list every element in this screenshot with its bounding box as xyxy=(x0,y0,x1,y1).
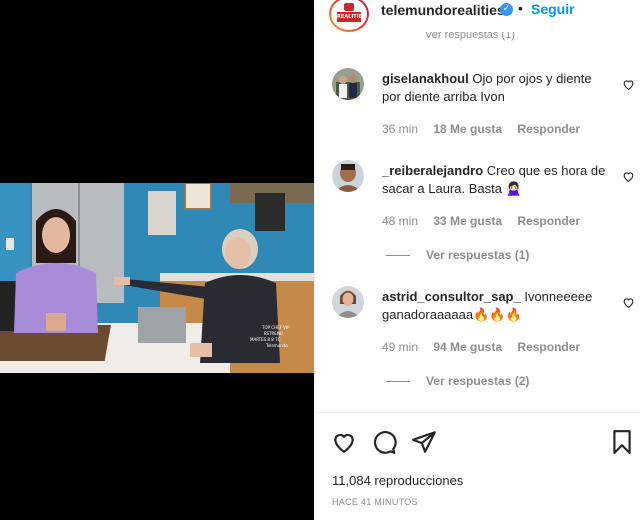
post-timestamp[interactable]: HACE 41 MINUTOS xyxy=(332,497,418,507)
replies-divider-line xyxy=(386,381,410,383)
avatar-inner: REALITIES xyxy=(331,0,367,30)
comment-time: 49 min xyxy=(382,340,419,354)
video-overlay-line4: Telemundo xyxy=(265,343,288,348)
like-comment-heart-icon[interactable] xyxy=(622,78,635,91)
bookmark-icon[interactable] xyxy=(609,429,635,455)
comment-username[interactable]: _reiberalejandro xyxy=(382,163,483,178)
view-replies-button[interactable]: Ver respuestas (1) xyxy=(386,248,529,262)
reply-button[interactable]: Responder xyxy=(517,214,580,228)
video-frame-image: TOP CHEF VIP ESTRENO MARTES 8 8 7C Telem… xyxy=(0,183,314,373)
separator-dot: • xyxy=(518,0,523,16)
reply-button[interactable]: Responder xyxy=(517,122,580,136)
reply-button[interactable]: Responder xyxy=(517,340,580,354)
commenter-avatar[interactable] xyxy=(332,160,364,192)
comment-time: 48 min xyxy=(382,214,419,228)
comment-text: giselanakhoul Ojo por ojos y diente por … xyxy=(382,70,610,106)
like-comment-heart-icon[interactable] xyxy=(622,296,635,309)
view-count[interactable]: 11,084 reproducciones xyxy=(332,473,463,488)
video-overlay-line2: ESTRENO xyxy=(264,331,283,336)
view-replies-label: Ver respuestas (2) xyxy=(426,374,530,388)
replies-divider-line xyxy=(386,255,410,257)
avatar-image xyxy=(332,68,364,100)
comment-icon[interactable] xyxy=(371,429,397,455)
commenter-avatar[interactable] xyxy=(332,286,364,318)
comment-meta: 36 min 18 Me gusta Responder xyxy=(382,122,580,136)
like-comment-heart-icon[interactable] xyxy=(622,170,635,183)
comment-time: 36 min xyxy=(382,122,419,136)
verified-badge-icon: ✓ xyxy=(500,3,513,16)
comment-username[interactable]: giselanakhoul xyxy=(382,71,469,86)
post-actions-bar: 11,084 reproducciones HACE 41 MINUTOS xyxy=(315,412,640,520)
comment-meta: 48 min 33 Me gusta Responder xyxy=(382,214,580,228)
account-name-link[interactable]: telemundorealities xyxy=(381,2,505,18)
avatar-image xyxy=(332,286,364,318)
account-avatar[interactable]: REALITIES xyxy=(329,0,369,32)
comment-username[interactable]: astrid_consultor_sap_ xyxy=(382,289,521,304)
media-viewer[interactable]: TOP CHEF VIP ESTRENO MARTES 8 8 7C Telem… xyxy=(0,0,314,520)
follow-button[interactable]: Seguir xyxy=(531,1,575,17)
video-player[interactable]: TOP CHEF VIP ESTRENO MARTES 8 8 7C Telem… xyxy=(0,183,314,373)
comment-text: astrid_consultor_sap_ Ivonneeeee ganador… xyxy=(382,288,610,324)
post-header: REALITIES telemundorealities ✓ • Seguir xyxy=(315,0,640,32)
video-overlay-line3: MARTES 8 8 7C xyxy=(250,337,281,342)
commenter-avatar[interactable] xyxy=(332,68,364,100)
view-replies-label: Ver respuestas (1) xyxy=(426,248,530,262)
telemundo-logo-icon xyxy=(344,3,354,11)
video-overlay-line1: TOP CHEF VIP xyxy=(261,325,290,330)
view-count-label: 11,084 reproducciones xyxy=(332,473,464,488)
share-icon[interactable] xyxy=(411,429,437,455)
comment-text: _reiberalejandro Creo que es hora de sac… xyxy=(382,162,610,198)
heart-icon[interactable] xyxy=(331,429,357,455)
comment-likes[interactable]: 18 Me gusta xyxy=(433,122,502,136)
view-replies-link-cut[interactable]: Ver respuestas (1) xyxy=(425,32,515,44)
view-replies-button[interactable]: Ver respuestas (2) xyxy=(386,374,529,388)
avatar-image xyxy=(332,160,364,192)
comment-likes[interactable]: 94 Me gusta xyxy=(433,340,502,354)
avatar-logo-text: REALITIES xyxy=(337,12,366,22)
comment-likes[interactable]: 33 Me gusta xyxy=(433,214,502,228)
post-side-panel: REALITIES telemundorealities ✓ • Seguir … xyxy=(314,0,640,520)
comment-meta: 49 min 94 Me gusta Responder xyxy=(382,340,580,354)
